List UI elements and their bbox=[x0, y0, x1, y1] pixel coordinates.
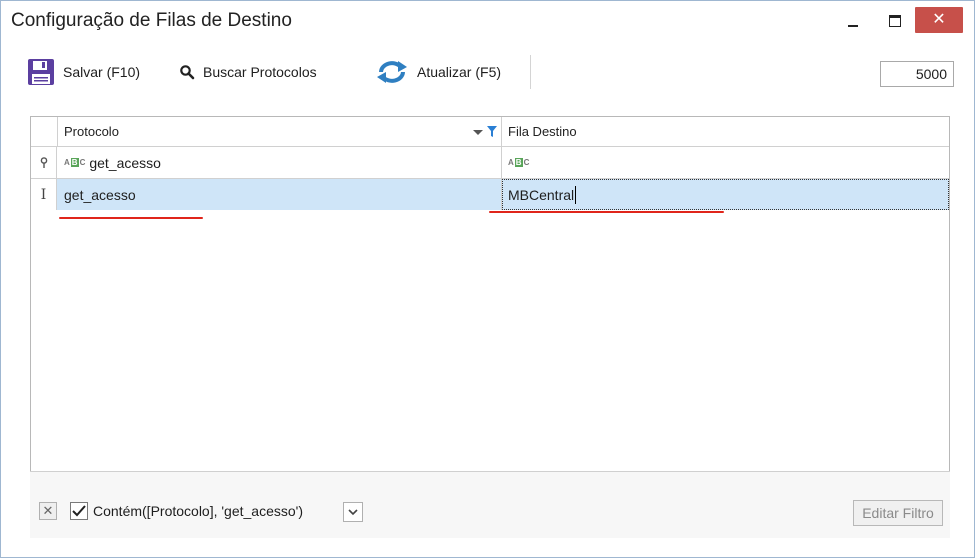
cell-protocolo-value: get_acesso bbox=[64, 186, 136, 203]
close-icon: ✕ bbox=[42, 503, 54, 518]
filter-cell-fila-destino[interactable]: ABC bbox=[502, 147, 949, 178]
filter-row-indicator bbox=[31, 147, 57, 178]
filter-history-dropdown[interactable] bbox=[343, 502, 363, 522]
text-caret bbox=[575, 185, 577, 204]
dialog-window: Configuração de Filas de Destino ✕ Salva… bbox=[0, 0, 975, 558]
save-button[interactable]: Salvar (F10) bbox=[27, 57, 140, 87]
auto-filter-row: ABC get_acesso ABC bbox=[31, 147, 949, 179]
chevron-down-icon bbox=[348, 509, 358, 516]
close-button[interactable]: ✕ bbox=[915, 7, 963, 33]
filter-cell-protocolo[interactable]: ABC get_acesso bbox=[58, 147, 502, 178]
filter-active-icon[interactable] bbox=[487, 125, 497, 138]
filter-pin-icon bbox=[40, 156, 47, 168]
maximize-button[interactable] bbox=[881, 7, 909, 35]
row-indicator-header bbox=[31, 117, 58, 146]
text-filter-icon: ABC bbox=[64, 158, 86, 167]
text-cursor-icon: I bbox=[40, 186, 47, 203]
grid-header: Protocolo Fila Destino bbox=[31, 117, 949, 147]
edit-filter-button[interactable]: Editar Filtro bbox=[853, 500, 943, 526]
cell-protocolo[interactable]: get_acesso bbox=[58, 179, 502, 210]
refresh-button[interactable]: Atualizar (F5) bbox=[375, 57, 501, 87]
filter-panel: ✕ Contém([Protocolo], 'get_acesso') Edit… bbox=[30, 471, 950, 538]
title-bar: Configuração de Filas de Destino ✕ bbox=[1, 1, 974, 43]
column-header-protocolo[interactable]: Protocolo bbox=[58, 117, 502, 146]
filter-value-protocolo: get_acesso bbox=[89, 154, 161, 171]
sort-dropdown-icon[interactable] bbox=[473, 128, 483, 136]
minimize-icon bbox=[848, 25, 858, 27]
maximize-icon bbox=[889, 15, 901, 27]
filter-expression[interactable]: Contém([Protocolo], 'get_acesso') bbox=[93, 502, 303, 520]
table-row[interactable]: I get_acesso MBCentral bbox=[31, 179, 949, 210]
filter-enable-checkbox[interactable] bbox=[70, 502, 88, 520]
toolbar: Salvar (F10) Buscar Protocolos Atualizar… bbox=[1, 49, 974, 95]
window-title: Configuração de Filas de Destino bbox=[11, 10, 292, 31]
search-protocols-label: Buscar Protocolos bbox=[203, 64, 317, 80]
cell-fila-destino-value: MBCentral bbox=[508, 186, 575, 203]
record-limit-input[interactable]: 5000 bbox=[880, 61, 954, 87]
checkmark-icon bbox=[72, 505, 86, 517]
annotation-underline-protocolo bbox=[59, 217, 203, 219]
column-label-protocolo: Protocolo bbox=[64, 124, 119, 139]
save-label: Salvar (F10) bbox=[63, 64, 141, 80]
row-indicator: I bbox=[31, 179, 57, 210]
text-filter-icon: ABC bbox=[508, 158, 530, 167]
column-header-fila-destino[interactable]: Fila Destino bbox=[502, 117, 949, 146]
cell-fila-destino-editor[interactable]: MBCentral bbox=[502, 179, 949, 210]
search-protocols-button[interactable]: Buscar Protocolos bbox=[179, 57, 317, 87]
floppy-disk-icon bbox=[28, 59, 54, 85]
column-label-fila-destino: Fila Destino bbox=[508, 124, 577, 139]
refresh-icon bbox=[377, 61, 407, 83]
magnifier-icon bbox=[180, 65, 195, 80]
close-icon: ✕ bbox=[932, 11, 946, 28]
clear-filter-button[interactable]: ✕ bbox=[39, 502, 57, 520]
toolbar-separator bbox=[530, 55, 531, 89]
annotation-underline-fila-destino bbox=[489, 211, 724, 213]
refresh-label: Atualizar (F5) bbox=[417, 64, 502, 80]
minimize-button[interactable] bbox=[839, 7, 867, 35]
